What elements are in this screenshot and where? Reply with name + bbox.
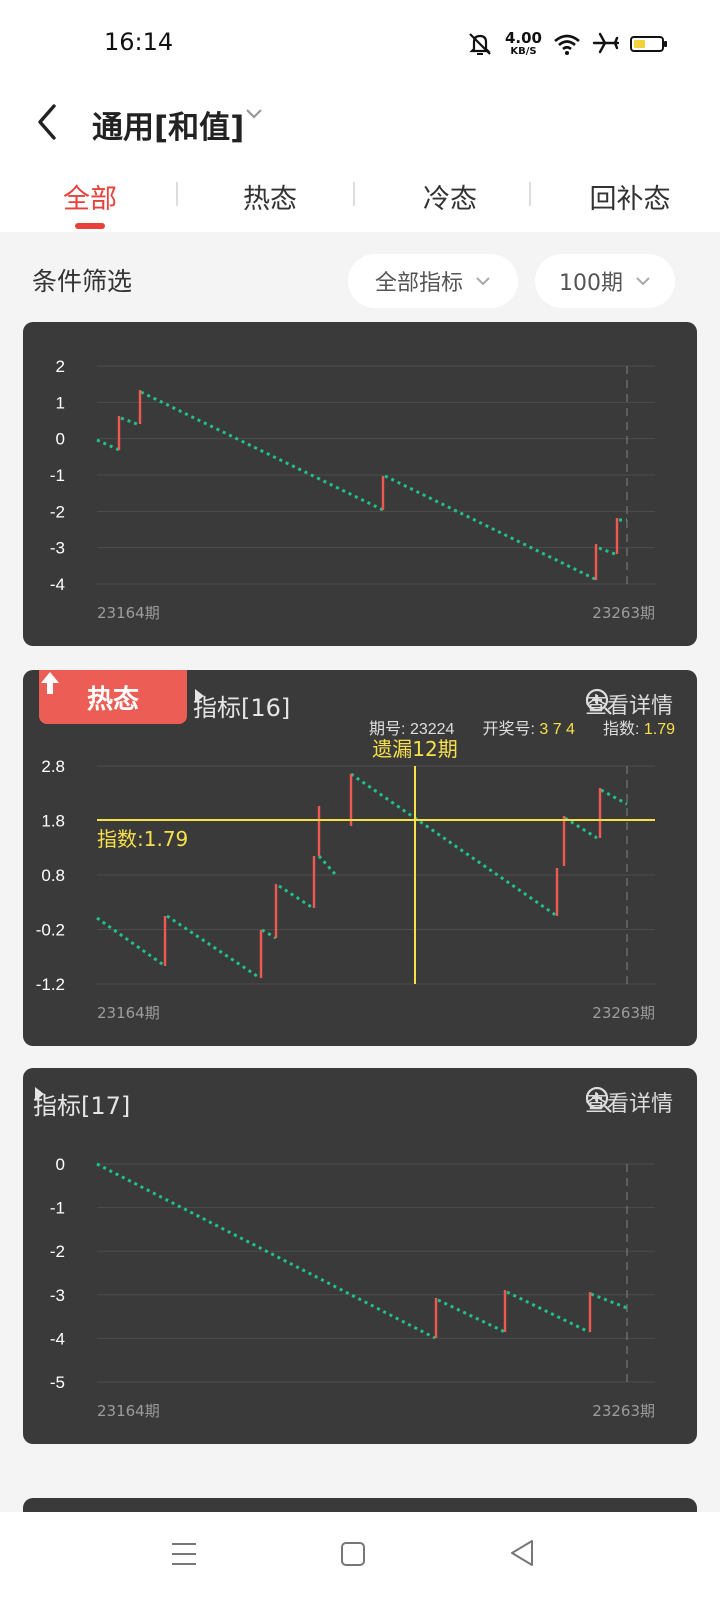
y-axis-tick-label: 0.8 [41,866,65,885]
zoom-in-icon [585,688,612,715]
y-axis-tick-label: -4 [50,1329,65,1348]
back-icon[interactable] [508,1538,536,1568]
filter-label: 条件筛选 [32,267,133,296]
app-header: 通用[和值] [0,88,720,160]
hot-state-label: 热态 [86,684,139,715]
y-axis-tick-label: 1 [56,393,65,412]
x-axis-end-label: 23263期 [592,604,655,622]
indicator-select[interactable]: 全部指标 [348,254,518,308]
network-speed: 4.00 KB/S [504,29,542,58]
home-icon[interactable] [340,1540,366,1568]
status-bar: 16:14 4.00 KB/S [0,0,720,88]
indicator-name: 指标[16] [193,694,291,722]
tab-hot[interactable]: 热态 [180,160,360,232]
indicator-card: 2 1 0 -1 -2 -3 -4 23164期 23263期 [23,322,697,646]
trend-segment [506,1290,590,1334]
trend-segment [140,390,384,512]
x-axis-start-label: 23164期 [97,1004,160,1022]
y-axis-tick-label: -1.2 [36,975,65,994]
trend-segment [350,772,558,918]
tab-divider [353,182,355,206]
chevron-down-icon [476,277,490,286]
index-line-label: 指数:1.79 [97,827,188,851]
indicator-toggle[interactable]: 指标[17] [33,1086,130,1121]
x-axis-start-label: 23164期 [97,604,160,622]
trend-segment [437,1298,506,1334]
tab-bar: 全部 热态 冷态 回补态 [0,160,720,232]
indicator-chart[interactable]: 0 -1 -2 -3 -4 -5 23164期 23263期 [23,1068,697,1444]
y-axis-tick-label: -1 [50,1199,65,1218]
period-select-value: 100期 [559,271,623,296]
x-axis-start-label: 23164期 [97,1402,160,1420]
battery-icon [630,36,667,52]
zoom-in-icon [585,1086,612,1113]
up-arrow-icon [41,672,59,694]
y-axis-tick-label: -0.2 [36,921,65,940]
view-details-button[interactable]: 查看详情 [585,1086,673,1118]
y-axis-tick-label: 1.8 [41,812,65,831]
chevron-down-icon [636,277,650,286]
tab-cold[interactable]: 冷态 [360,160,540,232]
draw-info: 期号: 23224 开奖号: 3 7 4 指数: 1.79 [369,715,675,739]
trend-segment [590,1292,628,1310]
tab-rebound[interactable]: 回补态 [540,160,720,232]
y-axis-tick-label: -5 [50,1373,65,1392]
expand-triangle-icon [35,1087,44,1101]
indicator-select-value: 全部指标 [374,271,463,296]
indicator-card: 2.8 1.8 0.8 -0.2 -1.2 遗漏12期 指数:1.79 23164期 2… [23,670,697,1046]
mute-bell-icon [469,33,491,55]
crosshair-omission-label: 遗漏12期 [372,737,457,761]
airplane-icon [592,32,620,54]
trend-segment [278,884,314,910]
hot-state-badge: 热态 [39,670,187,724]
page-title[interactable]: 通用[和值] [92,102,244,147]
chevron-down-icon[interactable] [244,106,264,122]
y-axis-tick-label: -3 [50,539,65,558]
y-axis-tick-label: 0 [56,1155,65,1174]
filter-bar: 条件筛选 全部指标 100期 [0,232,720,328]
y-axis-tick-label: -2 [50,1242,65,1261]
system-navigation-bar [0,1512,720,1600]
y-axis-tick-label: -3 [50,1286,65,1305]
x-axis-end-label: 23263期 [592,1402,655,1420]
trend-segment [598,546,616,556]
tab-divider [529,182,531,206]
status-icons: 4.00 KB/S [465,28,667,60]
y-axis-tick-label: 2 [56,357,65,376]
trend-segment [600,788,628,806]
trend-segment [120,416,138,426]
indicator-card [23,1498,697,1512]
x-axis-end-label: 23263期 [592,1004,655,1022]
trend-segment [96,916,166,968]
status-time: 16:14 [104,28,174,56]
indicator-toggle[interactable]: 指标[16] [193,688,290,723]
y-axis-tick-label: 0 [56,430,65,449]
wifi-icon [554,34,580,55]
y-axis-tick-label: -4 [50,575,65,594]
issue-info: 期号: 23224 [369,721,455,738]
expand-triangle-icon [195,689,204,703]
indicator-name: 指标[17] [33,1092,131,1120]
y-axis-tick-label: 2.8 [41,757,65,776]
back-arrow-icon[interactable] [32,98,72,146]
trend-segment [166,914,261,980]
period-select[interactable]: 100期 [535,254,675,308]
y-axis-tick-label: -2 [50,502,65,521]
tab-divider [176,182,178,206]
trend-segment [317,855,337,875]
draw-number-info: 开奖号: 3 7 4 [482,721,575,738]
indicator-chart: 2 1 0 -1 -2 -3 -4 23164期 23263期 [50,357,655,622]
indicator-card: 0 -1 -2 -3 -4 -5 23164期 23263期 指标[17] 查看详情 [23,1068,697,1444]
y-axis-tick-label: -1 [50,466,65,485]
trend-segment [96,438,120,452]
index-info: 指数: 1.79 [602,721,675,738]
menu-icon[interactable] [170,1540,198,1568]
trend-segment [261,928,277,940]
tab-all[interactable]: 全部 [0,160,180,232]
trend-segment [384,474,598,582]
